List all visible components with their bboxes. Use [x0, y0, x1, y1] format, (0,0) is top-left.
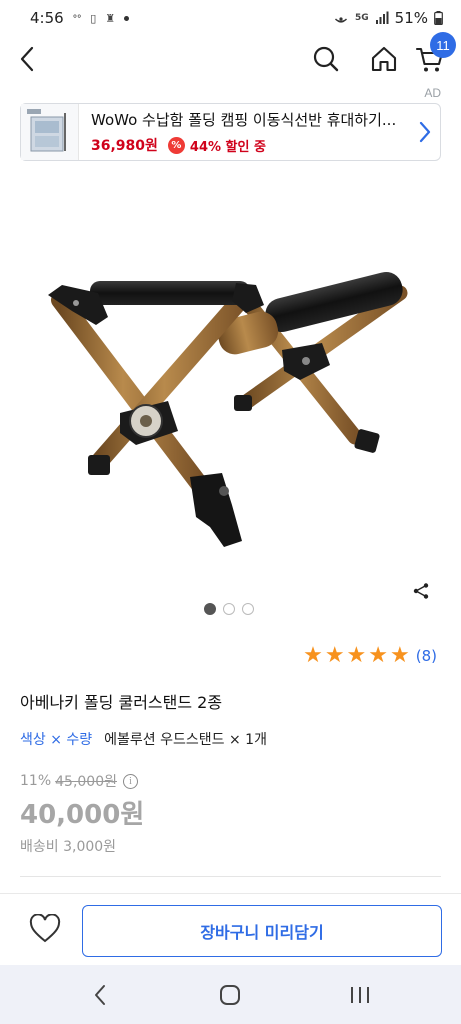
pager-dot[interactable]: [223, 603, 235, 615]
option-label: 색상 × 수량: [20, 732, 93, 748]
ad-banner[interactable]: WoWo 수납함 폴딩 캠핑 이동식선반 휴대하기... 36,980원 % 4…: [20, 103, 441, 161]
pager-dot[interactable]: [204, 603, 216, 615]
network-type: 5G: [355, 13, 369, 23]
wishlist-button[interactable]: [22, 906, 68, 952]
voicemail-icon: ᐤᐤ: [72, 11, 82, 25]
rating[interactable]: ★ ★ ★ ★ ★ (8): [303, 644, 437, 668]
star-icon: ★: [346, 643, 367, 668]
heart-icon: [29, 914, 61, 943]
sale-price: 40,000원: [20, 800, 145, 830]
status-time: 4:56: [30, 9, 64, 27]
top-header: 11: [0, 32, 461, 82]
star-icon: ★: [324, 643, 345, 668]
signal-icon: [375, 11, 389, 24]
home-icon: [371, 46, 397, 72]
nav-recents-button[interactable]: [330, 965, 390, 1024]
home-button[interactable]: [364, 36, 404, 82]
status-bar: 4:56 ᐤᐤ ▯ ♜ 5G 51%: [0, 0, 461, 36]
nav-home-button[interactable]: [200, 965, 260, 1024]
share-icon: [413, 583, 429, 599]
review-count[interactable]: (8): [416, 647, 437, 665]
nav-home-icon: [220, 984, 240, 1005]
search-icon: [313, 46, 339, 72]
image-pager: [204, 603, 254, 615]
star-icon: ★: [303, 643, 323, 668]
more-notifications-icon: [124, 15, 130, 21]
nav-recents-icon: [351, 986, 369, 1003]
discount-rate: 11%: [20, 773, 52, 789]
cart-button[interactable]: 11: [410, 32, 456, 82]
divider: [20, 876, 441, 877]
nav-back-button[interactable]: [70, 965, 130, 1024]
option-value: 에볼루션 우드스탠드 × 1개: [104, 732, 267, 748]
hotspot-icon: [334, 17, 348, 23]
option-row[interactable]: 색상 × 수량 에볼루션 우드스탠드 × 1개: [20, 729, 267, 749]
back-icon: [20, 46, 34, 72]
ad-thumbnail: [21, 104, 79, 160]
search-button[interactable]: [306, 36, 346, 82]
original-price-row: 11% 45,000원 i: [20, 771, 138, 791]
product-image[interactable]: [0, 175, 461, 595]
notification-icon: ♜: [105, 11, 116, 25]
cart-count-badge: 11: [430, 32, 456, 58]
info-icon[interactable]: i: [123, 773, 138, 789]
ad-price: 36,980원: [91, 138, 158, 154]
system-nav-bar: [0, 965, 461, 1024]
ad-title: WoWo 수납함 폴딩 캠핑 이동식선반 휴대하기...: [91, 111, 397, 129]
star-icon: ★: [390, 643, 410, 668]
ad-label: AD: [424, 86, 441, 100]
discount-icon: %: [167, 136, 185, 154]
phone-icon: ▯: [90, 11, 97, 25]
action-bar: 장바구니 미리담기: [0, 893, 461, 965]
share-button[interactable]: [406, 578, 436, 604]
nav-back-icon: [95, 984, 105, 1005]
battery-percent: 51%: [394, 9, 428, 27]
pager-dot[interactable]: [242, 603, 254, 615]
shipping-fee: 배송비 3,000원: [20, 839, 117, 855]
back-button[interactable]: [8, 36, 48, 82]
product-title: 아베나키 폴딩 쿨러스탠드 2종: [20, 693, 223, 712]
battery-icon: [434, 11, 443, 25]
ad-discount: 44% 할인 중: [189, 139, 266, 155]
add-to-cart-button[interactable]: 장바구니 미리담기: [82, 905, 442, 957]
original-price: 45,000원: [55, 774, 117, 790]
star-icon: ★: [368, 643, 389, 668]
chevron-right-icon: [410, 121, 440, 143]
